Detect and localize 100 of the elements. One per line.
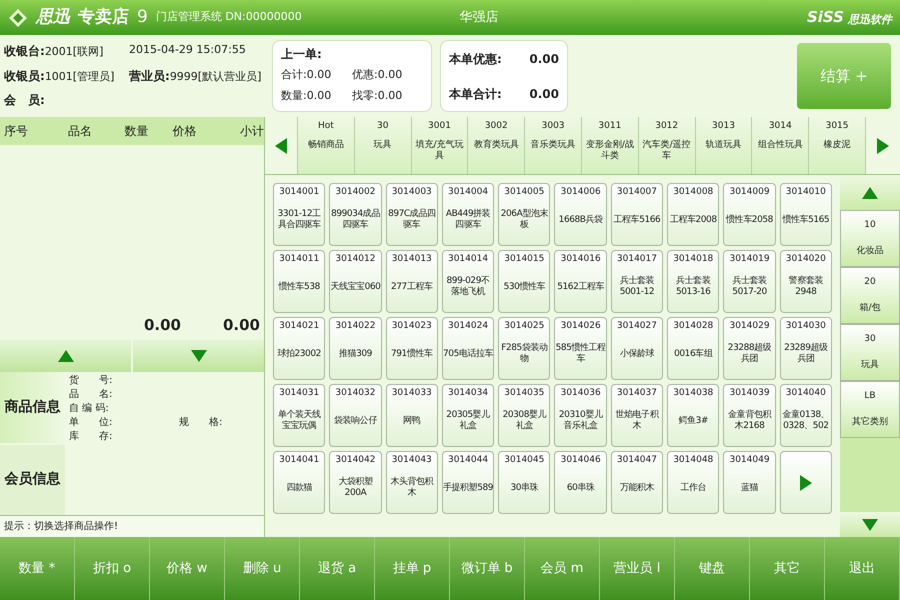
logo-icon [8,8,28,28]
info-text: 2015-04-29 15:07:55 [129,42,247,58]
category-tab[interactable]: 30 玩具 [354,117,411,174]
version-label: 9 [137,6,148,29]
product-button[interactable]: 3014030 23289超级兵团 [780,317,832,380]
product-button[interactable]: 3014034 20305婴儿礼盒 [442,384,494,447]
product-button[interactable]: 3014015 530惯性车 [498,250,550,313]
product-button[interactable]: 3014018 兵士套装5013-16 [667,250,720,313]
side-category-button[interactable]: 20 箱/包 [840,267,900,324]
product-button[interactable]: 3014016 5162工程车 [554,250,607,313]
product-button[interactable]: 3014022 推猫309 [329,317,382,380]
side-category-button[interactable]: 30 玩具 [840,324,900,381]
category-tab[interactable]: Hot 畅销商品 [297,117,354,174]
total-quantity: 0.00 [144,314,181,336]
side-down-button[interactable] [840,512,900,537]
product-button[interactable]: 3014033 网鸭 [386,384,438,447]
detail-label: 规 格: [179,416,222,430]
product-button[interactable]: 3014002 899034成品四驱车 [329,183,382,246]
last-bill-text: 优惠:0.00 [352,67,404,83]
product-button[interactable]: 3014039 金童背包积木2168 [723,384,776,447]
info-text: 收银员:1001[管理员] [4,68,116,85]
product-button[interactable]: 3014040 金童0138、0328、502 [780,384,832,447]
product-button[interactable]: 3014001 3301-12工具合四驱车 [273,183,326,246]
product-button[interactable]: 3014035 20308婴儿礼盒 [498,384,550,447]
product-button[interactable]: 3014044 手提积塑589 [442,451,494,514]
product-button[interactable]: 3014020 警察套装2948 [780,250,832,313]
product-button[interactable]: 3014008 工程车2008 [667,183,720,246]
scroll-down-button[interactable] [133,340,264,372]
vendor-logo: SiSS [806,7,844,28]
info-tab[interactable]: 会员信息 [0,444,65,515]
product-button[interactable]: 3014036 20310婴儿音乐礼盒 [554,384,607,447]
detail-label: 自 编 码: [69,402,110,416]
product-button[interactable]: 3014045 30串珠 [498,451,550,514]
store-name: 华强店 [460,8,499,27]
vendor-name: 思迅软件 [848,12,892,28]
product-button[interactable]: 3014005 206A型泡末板 [498,183,550,246]
product-button[interactable]: 3014037 世焰电子积木 [610,384,664,447]
category-tab[interactable]: 3015 橡皮泥 [808,117,865,174]
current-bill-label: 本单优惠: [449,50,502,68]
category-tab[interactable]: 3002 教育类玩具 [467,117,524,174]
column-header: 品名 [66,123,93,140]
product-button[interactable]: 3014032 袋装响公仔 [329,384,382,447]
category-tab[interactable]: 3014 组合性玩具 [751,117,808,174]
product-button[interactable]: 3014027 小保龄球 [610,317,664,380]
next-page-button[interactable] [780,451,832,514]
info-text: 收银台:2001[联网] [4,43,104,60]
last-bill-text: 数量:0.00 [281,88,332,104]
category-tab[interactable]: 3001 填充/充气玩具 [410,117,468,174]
product-button[interactable]: 3014019 兵士套装5017-20 [723,250,776,313]
product-button[interactable]: 3014041 四款猫 [273,451,326,514]
detail-label: 货 号: [69,374,114,388]
side-up-button[interactable] [840,175,900,210]
product-button[interactable]: 3014014 899-029不落地飞机 [442,250,494,313]
product-button[interactable]: 3014042 大袋积塑200A [329,451,382,514]
category-tab[interactable]: 3013 轨道玩具 [694,117,752,174]
product-button[interactable]: 3014048 工作台 [667,451,720,514]
category-tab[interactable]: 3012 汽车类/遥控车 [638,117,695,174]
product-button[interactable]: 3014017 兵士套装5001-12 [610,250,664,313]
product-button[interactable]: 3014023 791惯性车 [386,317,438,380]
product-button[interactable]: 3014003 897C成品四驱车 [386,183,438,246]
product-button[interactable]: 3014007 工程车5166 [610,183,664,246]
product-button[interactable]: 3014004 AB449拼装四驱车 [442,183,494,246]
hint-bar: 提示：切换选择商品操作! [0,515,264,537]
product-button[interactable]: 3014012 天线宝宝060 [329,250,382,313]
info-text: 会 员: [4,92,46,110]
product-button[interactable]: 3014021 球拍23002 [273,317,326,380]
product-button[interactable]: 3014049 蓝猫 [723,451,776,514]
product-name: 专卖店 [78,6,129,29]
detail-label: 库 存: [69,430,114,444]
product-button[interactable]: 3014006 1668B兵袋 [554,183,607,246]
product-button[interactable]: 3014009 惯性车2058 [723,183,776,246]
last-bill-title: 上一单: [281,46,323,63]
product-button[interactable]: 3014013 277工程车 [386,250,438,313]
scroll-up-button[interactable] [0,340,131,372]
product-button[interactable]: 3014047 万能积木 [610,451,664,514]
product-button[interactable]: 3014011 惯性车538 [273,250,326,313]
category-tab[interactable]: 3003 音乐类玩具 [524,117,581,174]
detail-label: 单 位: [69,416,114,430]
current-bill-value: 0.00 [529,50,559,68]
column-header: 序号 [3,123,29,140]
current-bill-label: 本单合计: [449,86,502,102]
product-button[interactable]: 3014031 单个装天线宝宝玩偶 [273,384,326,447]
last-bill-text: 合计:0.00 [281,67,332,83]
side-category-button[interactable]: 10 化妆品 [840,210,900,267]
product-button[interactable]: 3014026 585惯性工程车 [554,317,607,380]
side-category-button[interactable]: LB 其它类别 [840,381,900,438]
product-button[interactable]: 3014038 鳄鱼3# [667,384,720,447]
product-button[interactable]: 3014025 F285袋装动物 [498,317,550,380]
category-tab[interactable]: 3011 变形金刚/战斗类 [580,117,638,174]
total-amount: 0.00 [222,314,260,336]
current-bill-value: 0.00 [529,86,559,102]
product-button[interactable]: 3014043 木头背包积木 [386,451,438,514]
detail-label: 品 名: [69,388,114,402]
product-button[interactable]: 3014024 705电话拉车 [442,317,494,380]
column-header: 小计 [239,123,264,140]
product-button[interactable]: 3014028 0016车组 [667,317,720,380]
product-button[interactable]: 3014046 60串珠 [554,451,607,514]
info-text: 营业员:9999[默认营业员] [129,68,262,85]
product-button[interactable]: 3014029 23288超级兵团 [723,317,776,380]
product-button[interactable]: 3014010 惯性车5165 [780,183,832,246]
